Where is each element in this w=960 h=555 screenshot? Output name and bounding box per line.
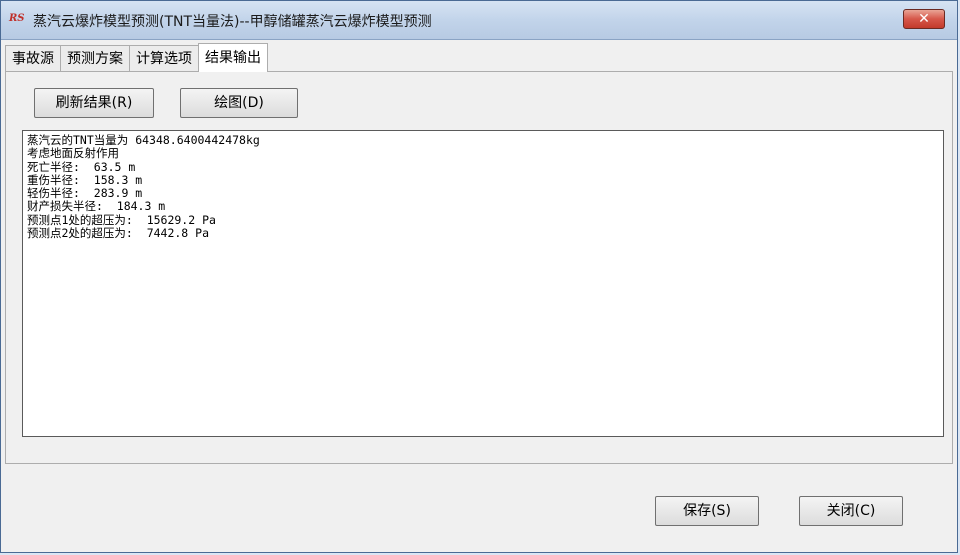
title-bar[interactable]: RS 蒸汽云爆炸模型预测(TNT当量法)--甲醇储罐蒸汽云爆炸模型预测 ✕ [1, 1, 957, 40]
window-title: 蒸汽云爆炸模型预测(TNT当量法)--甲醇储罐蒸汽云爆炸模型预测 [33, 14, 432, 30]
result-line: 蒸汽云的TNT当量为 64348.6400442478kg [27, 133, 260, 147]
save-button[interactable]: 保存(S) [655, 496, 759, 526]
results-textarea[interactable]: 蒸汽云的TNT当量为 64348.6400442478kg 考虑地面反射作用 死… [22, 130, 944, 437]
result-line: 考虑地面反射作用 [27, 146, 119, 161]
result-line: 财产损失半径: 184.3 m [27, 199, 166, 214]
result-line: 轻伤半径: 283.9 m [27, 186, 143, 201]
result-line: 重伤半径: 158.3 m [27, 172, 143, 187]
result-line: 预测点1处的超压为: 15629.2 Pa [27, 212, 216, 227]
dialog-window: RS 蒸汽云爆炸模型预测(TNT当量法)--甲醇储罐蒸汽云爆炸模型预测 ✕ 事故… [0, 0, 958, 553]
tab-result-output[interactable]: 结果输出 [198, 43, 268, 72]
tab-calc-options[interactable]: 计算选项 [129, 45, 199, 72]
close-button[interactable]: 关闭(C) [799, 496, 903, 526]
plot-button[interactable]: 绘图(D) [180, 88, 298, 118]
tab-accident-source[interactable]: 事故源 [5, 45, 61, 72]
result-line: 死亡半径: 63.5 m [27, 159, 136, 174]
result-panel: 刷新结果(R) 绘图(D) 蒸汽云的TNT当量为 64348.640044247… [5, 71, 953, 464]
app-logo-icon: RS [9, 13, 25, 24]
refresh-results-button[interactable]: 刷新结果(R) [34, 88, 154, 118]
result-line: 预测点2处的超压为: 7442.8 Pa [27, 226, 210, 241]
close-window-button[interactable]: ✕ [903, 9, 945, 29]
tab-prediction-plan[interactable]: 预测方案 [60, 45, 130, 72]
tab-bar: 事故源 预测方案 计算选项 结果输出 [5, 43, 268, 72]
